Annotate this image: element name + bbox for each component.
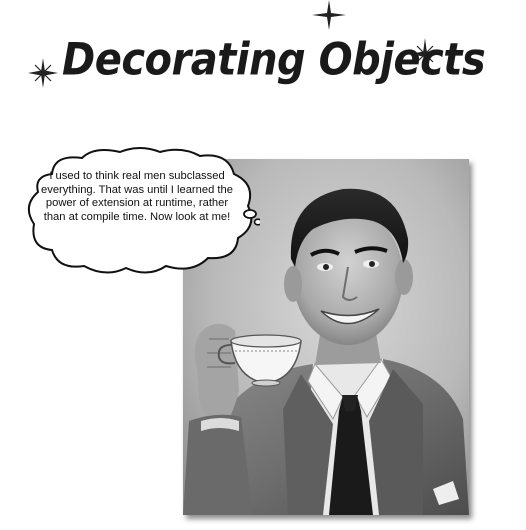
sparkle-icon-left: [28, 58, 58, 88]
thought-bubble-text: I used to think real men subclassed ever…: [41, 170, 233, 223]
page-title: Decorating Objects: [62, 34, 486, 86]
sparkle-icon-top: [312, 0, 346, 30]
chapter-page: Decorating Objects I used to think real …: [0, 0, 526, 530]
